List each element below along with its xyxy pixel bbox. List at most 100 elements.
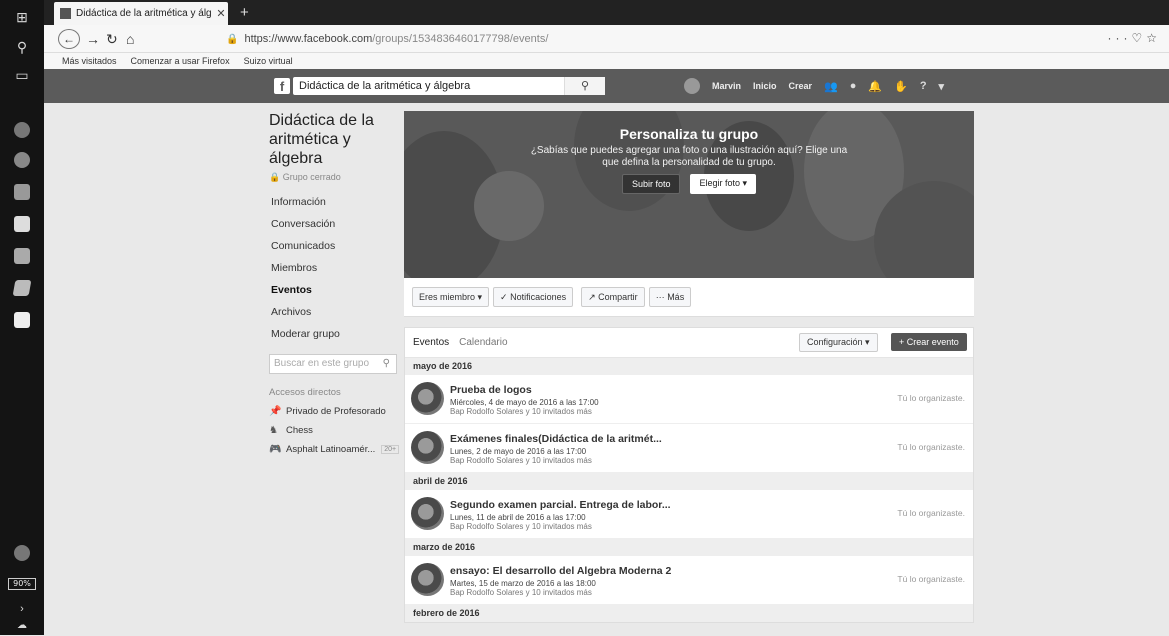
month-header: marzo de 2016: [405, 539, 973, 556]
shortcuts-heading: Accesos directos: [269, 387, 341, 398]
month-header: febrero de 2016: [405, 605, 973, 622]
sidebar-item-eventos[interactable]: Eventos: [269, 279, 401, 301]
pen-app-icon[interactable]: [12, 280, 32, 296]
group-privacy-label: Grupo cerrado: [282, 172, 341, 182]
notifications-button[interactable]: ✓ Notificaciones: [493, 287, 574, 307]
reload-button[interactable]: ↻: [106, 29, 118, 49]
back-button[interactable]: ←: [58, 29, 80, 49]
more-label: Más: [667, 292, 685, 302]
event-title[interactable]: ensayo: El desarrollo del Algebra Modern…: [450, 565, 671, 577]
create-event-button[interactable]: + Crear evento: [891, 333, 967, 351]
sidebar-item-miembros[interactable]: Miembros: [269, 257, 401, 279]
event-row[interactable]: Segundo examen parcial. Entrega de labor…: [405, 490, 973, 539]
event-guests: Bap Rodolfo Solares y 10 invitados más: [450, 407, 592, 416]
fb-right-nav: Marvin Inicio Crear 👥 ● 🔔 ✋ ? ▾: [684, 78, 944, 94]
group-title[interactable]: Didáctica de la aritmética y álgebra: [269, 111, 401, 168]
browser-tab[interactable]: Didáctica de la aritmética y álg ✕: [54, 2, 228, 25]
new-tab-icon[interactable]: +: [240, 4, 249, 21]
event-row[interactable]: Exámenes finales(Didáctica de la aritmét…: [405, 424, 973, 473]
event-organizer-status: Tú lo organizaste.: [897, 508, 965, 518]
sidebar-item-moderar[interactable]: Moderar grupo: [269, 323, 401, 345]
home-button[interactable]: ⌂: [126, 29, 134, 49]
event-avatar[interactable]: [411, 497, 444, 530]
group-search-input[interactable]: Buscar en este grupo ⚲: [269, 354, 397, 374]
shortcut-privado[interactable]: 📌 Privado de Profesorado: [269, 406, 401, 417]
tab-eventos[interactable]: Eventos: [413, 337, 449, 348]
browser-app-icon[interactable]: [14, 122, 30, 138]
app-icon[interactable]: [14, 248, 30, 264]
close-tab-icon[interactable]: ✕: [214, 7, 228, 20]
event-organizer-status: Tú lo organizaste.: [897, 574, 965, 584]
search-icon[interactable]: ⚲: [383, 355, 390, 373]
zoom-indicator: 90%: [8, 578, 36, 590]
event-row[interactable]: ensayo: El desarrollo del Algebra Modern…: [405, 556, 973, 605]
help-icon[interactable]: ?: [920, 80, 927, 92]
sidebar-item-conversacion[interactable]: Conversación: [269, 213, 401, 235]
event-row[interactable]: Prueba de logos Miércoles, 4 de mayo de 2…: [405, 375, 973, 424]
pin-icon: 📌: [269, 406, 282, 417]
sidebar-item-comunicados[interactable]: Comunicados: [269, 235, 401, 257]
event-title[interactable]: Prueba de logos: [450, 384, 532, 396]
create-link[interactable]: Crear: [789, 81, 813, 91]
user-avatar[interactable]: [684, 78, 700, 94]
page-actions-icon[interactable]: ···♡☆: [1107, 31, 1161, 45]
store-app-icon[interactable]: [14, 216, 30, 232]
shortcut-label: Privado de Profesorado: [286, 406, 386, 417]
group-sidebar: Didáctica de la aritmética y álgebra 🔒 G…: [269, 111, 401, 455]
member-button[interactable]: Eres miembro ▾: [412, 287, 490, 307]
folder-app-icon[interactable]: [14, 184, 30, 200]
shortcut-chess[interactable]: ♞ Chess: [269, 425, 401, 436]
game-icon: 🎮: [269, 444, 282, 455]
group-privacy: 🔒 Grupo cerrado: [269, 172, 341, 182]
user-name-link[interactable]: Marvin: [712, 81, 741, 91]
tab-calendario[interactable]: Calendario: [459, 337, 507, 348]
messenger-icon[interactable]: ●: [850, 80, 857, 92]
event-avatar[interactable]: [411, 563, 444, 596]
config-label: Configuración: [807, 337, 863, 347]
upload-photo-button[interactable]: Subir foto: [621, 174, 681, 194]
tab-bar: Didáctica de la aritmética y álg ✕ +: [44, 0, 1169, 25]
chrome-app-icon[interactable]: [14, 152, 30, 168]
group-main: Personaliza tu grupo ¿Sabías que puedes …: [404, 111, 974, 623]
tray-app-icon[interactable]: [14, 545, 30, 561]
group-search-placeholder: Buscar en este grupo: [274, 358, 370, 369]
url-bar[interactable]: 🔒 https://www.facebook.com /groups/15348…: [226, 29, 1056, 49]
notifications-icon[interactable]: 🔔: [868, 80, 882, 93]
windows-start-icon[interactable]: ⊞: [11, 6, 33, 28]
event-guests: Bap Rodolfo Solares y 10 invitados más: [450, 456, 592, 465]
event-title[interactable]: Segundo examen parcial. Entrega de labor…: [450, 499, 671, 511]
sidebar-item-archivos[interactable]: Archivos: [269, 301, 401, 323]
home-link[interactable]: Inicio: [753, 81, 777, 91]
search-icon[interactable]: ⚲: [564, 77, 605, 95]
config-button[interactable]: Configuración ▾: [799, 333, 878, 352]
event-organizer-status: Tú lo organizaste.: [897, 442, 965, 452]
choose-photo-button[interactable]: Elegir foto ▾: [690, 174, 757, 194]
more-button[interactable]: ··· Más: [648, 287, 692, 307]
notifications-label: Notificaciones: [510, 292, 567, 302]
task-view-icon[interactable]: ▭: [11, 64, 33, 86]
network-icon[interactable]: ☁: [11, 614, 33, 636]
quick-help-icon[interactable]: ✋: [894, 80, 908, 93]
lock-icon: 🔒: [226, 33, 239, 45]
facebook-top-bar: f Didáctica de la aritmética y álgebra ⚲…: [44, 69, 1169, 103]
friend-requests-icon[interactable]: 👥: [824, 80, 838, 93]
event-guests: Bap Rodolfo Solares y 10 invitados más: [450, 522, 592, 531]
event-avatar[interactable]: [411, 382, 444, 415]
document-app-icon[interactable]: [14, 312, 30, 328]
cover-title: Personaliza tu grupo: [619, 126, 759, 142]
chevron-down-icon[interactable]: ▾: [939, 80, 945, 93]
bookmarks-bar: Más visitados Comenzar a usar Firefox Su…: [44, 53, 1169, 69]
bookmark-suizo[interactable]: Suizo virtual: [244, 56, 293, 66]
sidebar-item-informacion[interactable]: Información: [269, 191, 401, 213]
url-host: https://www.facebook.com: [244, 33, 373, 45]
shortcut-asphalt[interactable]: 🎮 Asphalt Latinoamér... 20+: [269, 444, 401, 455]
share-button[interactable]: ↗ Compartir: [581, 287, 645, 307]
facebook-search-input[interactable]: Didáctica de la aritmética y álgebra: [293, 77, 605, 95]
search-icon[interactable]: ⚲: [11, 36, 33, 58]
facebook-logo-icon[interactable]: f: [274, 78, 290, 94]
bookmark-getting-started[interactable]: Comenzar a usar Firefox: [131, 56, 230, 66]
event-title[interactable]: Exámenes finales(Didáctica de la aritmét…: [450, 433, 662, 445]
forward-button[interactable]: →: [86, 29, 100, 49]
event-avatar[interactable]: [411, 431, 444, 464]
bookmark-most-visited[interactable]: Más visitados: [62, 56, 117, 66]
